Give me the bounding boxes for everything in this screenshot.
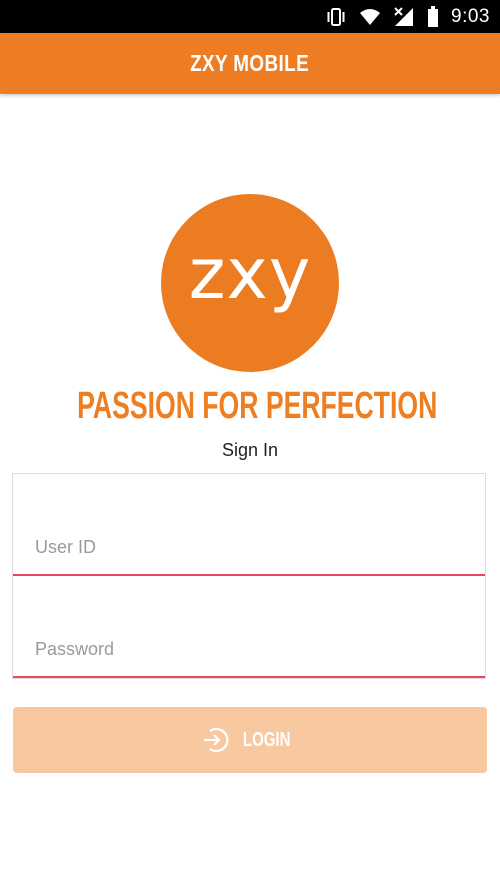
logo-text: zxy: [188, 233, 312, 315]
password-field: [13, 576, 485, 678]
app-title: ZXY MOBILE: [190, 50, 310, 76]
user-id-input[interactable]: [35, 537, 455, 558]
sign-in-heading: Sign In: [221, 440, 279, 460]
zxy-logo: zxy: [161, 194, 339, 372]
status-bar: 9:03: [0, 0, 500, 33]
login-label: LOGIN: [243, 728, 291, 751]
password-input[interactable]: [35, 639, 455, 660]
status-time: 9:03: [451, 5, 490, 27]
tagline: PASSION FOR PERFECTION: [0, 384, 500, 428]
status-icons: 9:03: [325, 0, 490, 33]
user-id-field: [13, 474, 485, 576]
wifi-icon: [359, 8, 381, 26]
app-bar: ZXY MOBILE: [0, 33, 500, 94]
vibrate-icon: [325, 7, 347, 27]
login-form: [12, 473, 486, 679]
battery-icon: [427, 5, 439, 28]
login-icon: [201, 725, 231, 755]
signal-icon: [393, 6, 415, 28]
login-button[interactable]: LOGIN: [13, 707, 487, 773]
tagline-text: PASSION FOR PERFECTION: [77, 385, 438, 427]
